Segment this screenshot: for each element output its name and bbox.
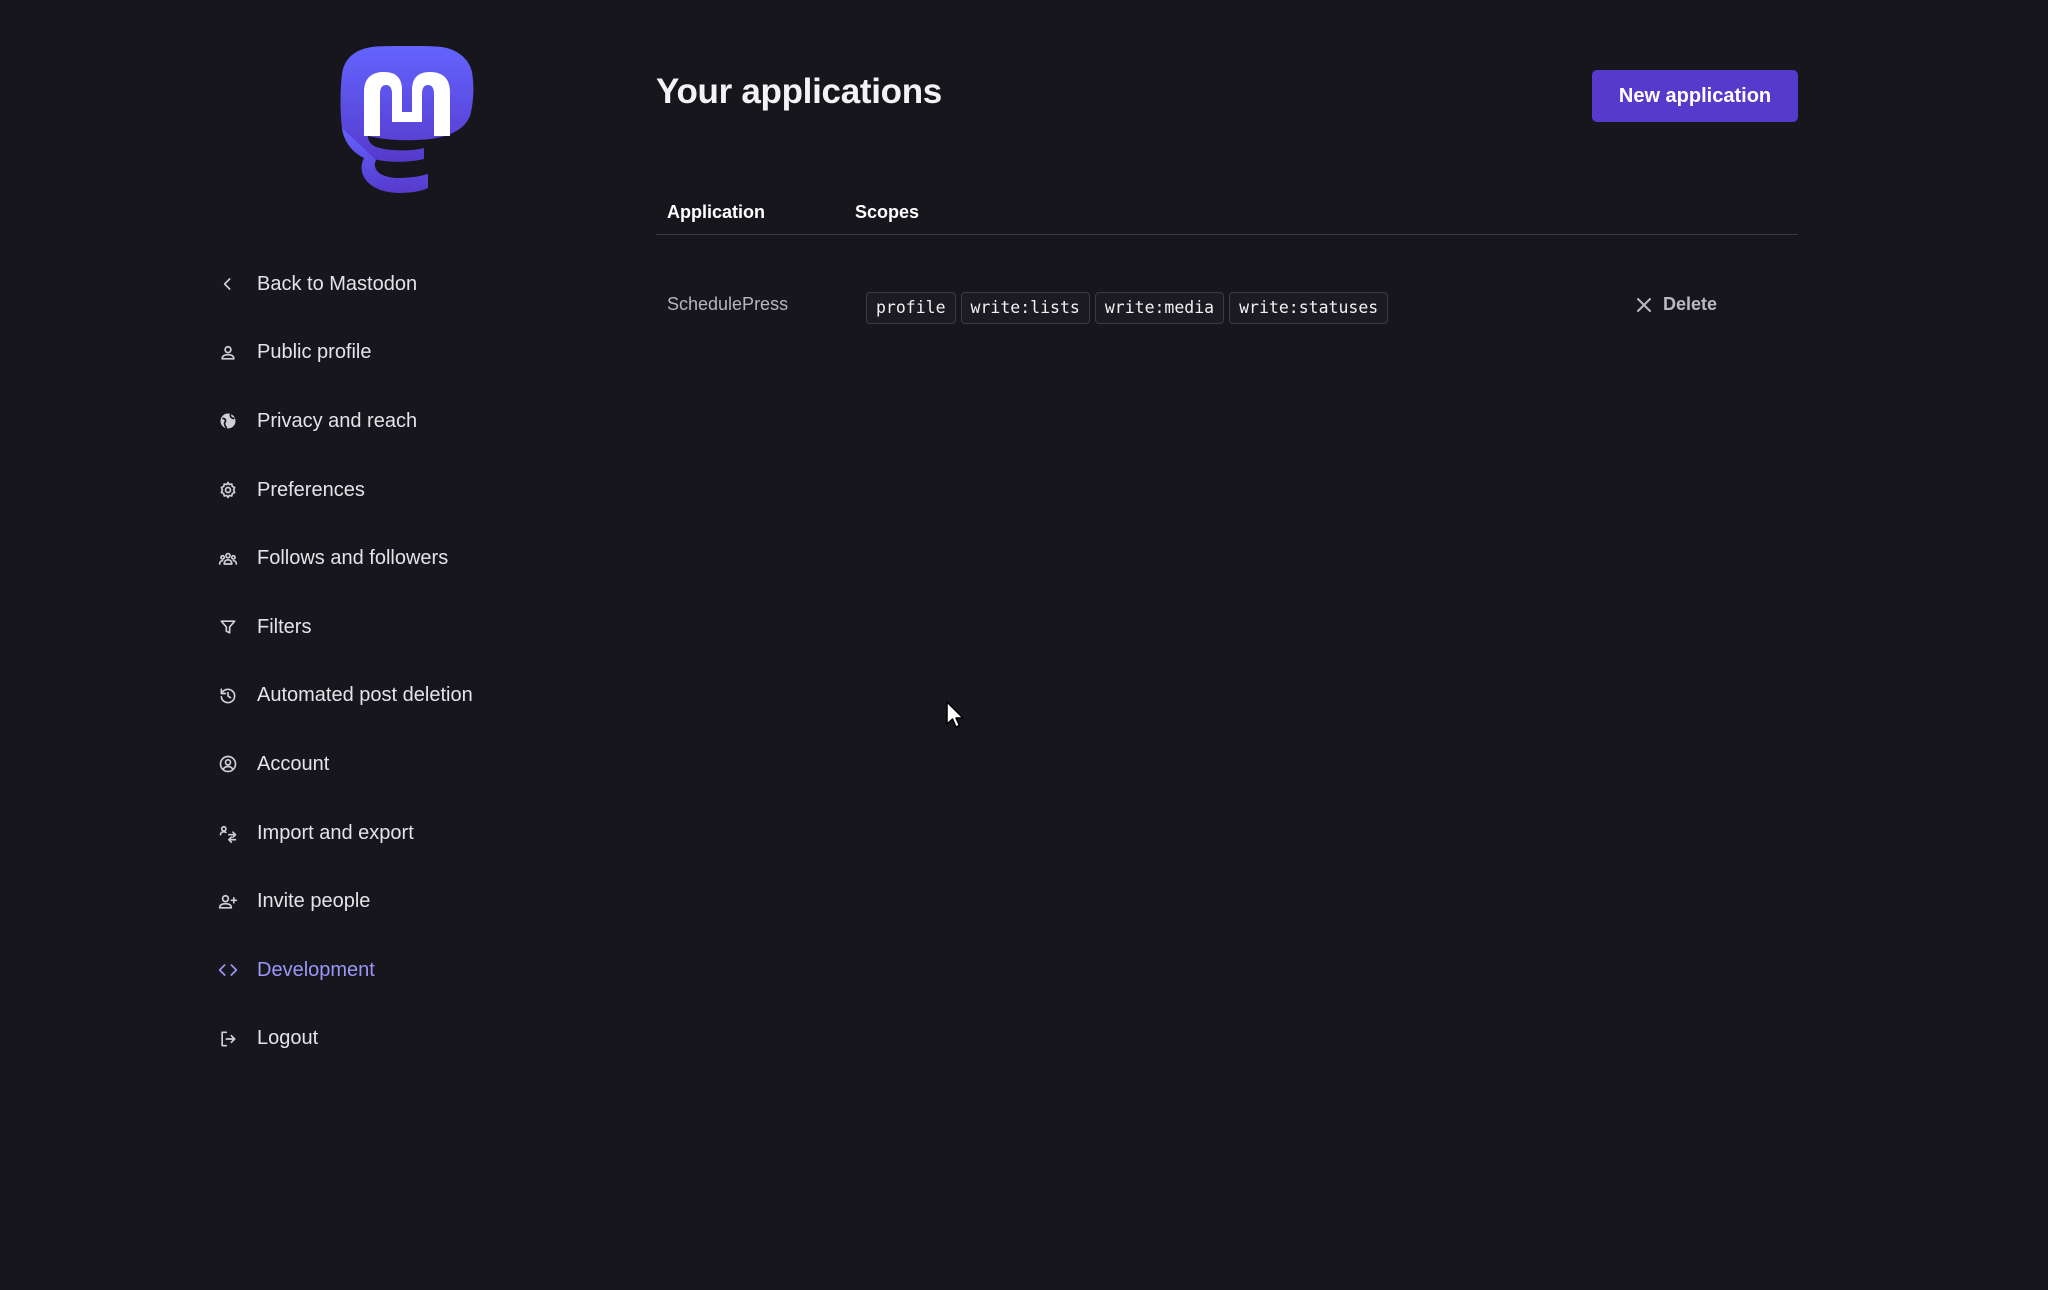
applications-table: Application Scopes SchedulePress profile… [656,190,1798,331]
sidebar-item-logout[interactable]: Logout [214,1005,634,1074]
sidebar-item-development[interactable]: Development [214,936,634,1005]
sidebar-item-filters[interactable]: Filters [214,593,634,662]
history-icon [214,682,242,710]
sidebar-item-follows-and-followers[interactable]: Follows and followers [214,524,634,593]
sidebar-item-import-and-export[interactable]: Import and export [214,799,634,868]
sidebar-item-label: Preferences [257,478,365,501]
sidebar-item-label: Filters [257,615,312,638]
scope-badge: write:media [1094,292,1225,324]
sidebar-item-privacy-and-reach[interactable]: Privacy and reach [214,387,634,456]
account-circle-icon [214,750,242,778]
code-icon [214,956,242,984]
scopes-list: profile write:lists write:media write:st… [866,292,1389,324]
chevron-left-icon [214,270,242,298]
delete-label: Delete [1663,294,1718,314]
person-icon [214,339,242,367]
sidebar-nav: Back to Mastodon Public profile Privacy … [214,250,634,1073]
scope-badge: write:lists [960,292,1090,324]
sidebar-item-label: Import and export [257,821,414,844]
table-row: SchedulePress profile write:lists write:… [656,235,1798,331]
sidebar-item-invite-people[interactable]: Invite people [214,867,634,936]
person-add-icon [214,888,242,916]
sidebar-item-label: Account [257,752,330,775]
application-name[interactable]: SchedulePress [656,294,855,315]
page-title: Your applications [656,72,942,111]
sidebar-item-label: Development [257,958,375,981]
column-header-application: Application [667,201,765,222]
sidebar-item-label: Logout [257,1027,319,1050]
filter-icon [214,613,242,641]
globe-icon [214,407,242,435]
logout-icon [214,1025,242,1053]
import-export-icon [214,819,242,847]
sidebar-item-label: Privacy and reach [257,409,418,432]
sidebar-item-label: Follows and followers [257,547,449,570]
sidebar-item-back-to-mastodon[interactable]: Back to Mastodon [214,250,634,319]
sidebar-item-label: Public profile [257,341,372,364]
page: Back to Mastodon Public profile Privacy … [0,0,2048,1290]
sidebar-item-automated-post-deletion[interactable]: Automated post deletion [214,662,634,731]
table-header: Application Scopes [656,190,1798,235]
mouse-cursor-icon [946,701,964,728]
scope-badge: write:statuses [1229,292,1389,324]
column-header-scopes: Scopes [855,201,920,222]
group-icon [214,545,242,573]
sidebar-item-account[interactable]: Account [214,730,634,799]
gear-icon [214,476,242,504]
scope-badge: profile [866,292,956,324]
sidebar-item-public-profile[interactable]: Public profile [214,319,634,388]
new-application-button[interactable]: New application [1592,70,1798,122]
sidebar-item-label: Invite people [257,890,371,913]
mastodon-logo-icon[interactable] [338,46,476,194]
delete-application-button[interactable]: Delete [1636,294,1717,315]
close-icon [1637,297,1651,312]
sidebar-item-preferences[interactable]: Preferences [214,456,634,525]
sidebar-item-label: Back to Mastodon [257,272,418,295]
sidebar-item-label: Automated post deletion [257,684,473,707]
